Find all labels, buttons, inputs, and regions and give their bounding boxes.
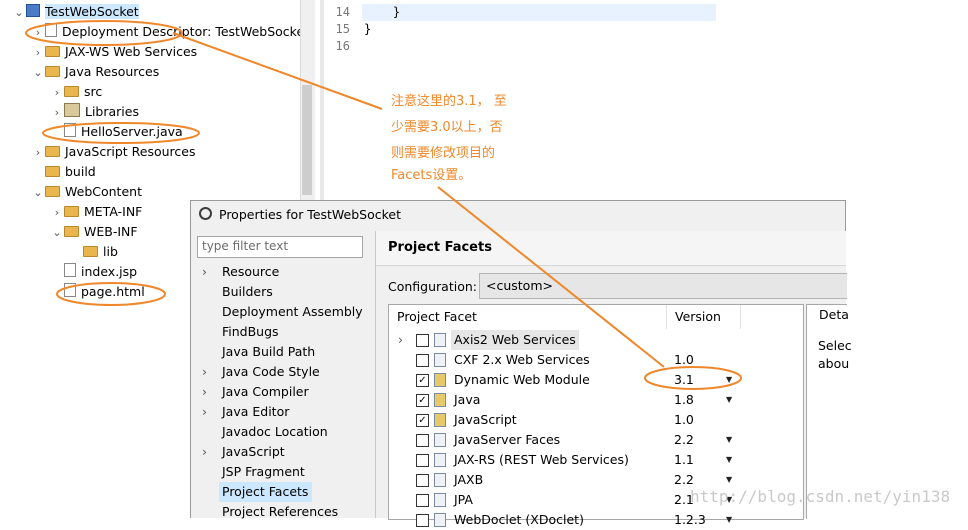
highlight-ellipse-helloserver — [42, 122, 200, 144]
annotation-connector — [437, 186, 665, 368]
annotation-overlay — [25, 20, 742, 390]
highlight-ellipse-page — [56, 282, 166, 306]
highlight-ellipse-descriptor — [25, 20, 183, 46]
highlight-ellipse-version — [644, 366, 742, 390]
annotation-connector — [172, 32, 383, 110]
watermark: http://blog.csdn.net/yin138 — [690, 487, 951, 506]
